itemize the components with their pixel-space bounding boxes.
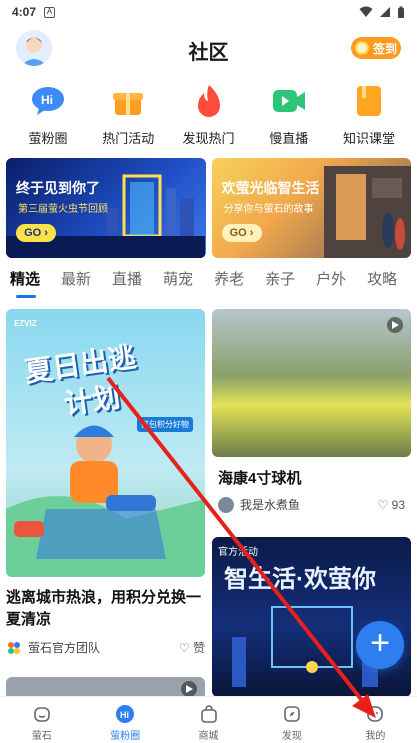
banner-smart-life[interactable]: 欢萤光临智生活 分享你与萤石的故事 GO ›: [211, 158, 411, 258]
gift-icon: [109, 82, 147, 120]
shopping-bag-icon: [200, 705, 217, 723]
post-title[interactable]: 逃离城市热浪，用积分兑换一夏清凉: [6, 587, 205, 631]
quick-link-events[interactable]: 热门活动: [88, 82, 168, 152]
book-icon: [350, 82, 388, 120]
post-image[interactable]: EZVIZ 夏日出逃 计划 打包积分好物: [6, 309, 205, 577]
banner-go-button[interactable]: GO ›: [16, 224, 56, 242]
like-count: 赞: [192, 641, 205, 655]
create-post-button[interactable]: +: [356, 621, 404, 669]
battery-icon: [398, 6, 404, 18]
quick-link-classroom[interactable]: 知识课堂: [329, 82, 409, 152]
post-card-official-event[interactable]: 官方活动 智生活·欢萤你: [212, 537, 411, 697]
profile-icon: [367, 706, 384, 722]
nav-shop[interactable]: 商城: [167, 697, 250, 743]
banner-go-button[interactable]: GO ›: [221, 224, 262, 242]
city-lights-illustration: [232, 606, 378, 687]
quick-link-label: 萤粉圈: [28, 131, 68, 146]
post-author[interactable]: 萤石官方团队: [28, 639, 100, 656]
like-count: 93: [391, 497, 405, 512]
post-meta: 我是水煮鱼 ♡ 93: [212, 496, 411, 513]
quick-link-label: 热门活动: [102, 131, 155, 146]
header: 社区 签到: [0, 24, 417, 72]
post-title[interactable]: 海康4寸球机: [212, 467, 411, 488]
post-meta: 萤石官方团队 ♡ 赞: [6, 639, 205, 656]
tab-pets[interactable]: 萌宠: [163, 268, 193, 300]
banner-subtitle: 分享你与萤石的故事: [223, 204, 314, 215]
tab-live[interactable]: 直播: [112, 268, 142, 300]
heart-icon: ♡: [178, 641, 190, 655]
post-author[interactable]: 我是水煮鱼: [240, 496, 300, 513]
tab-outdoor[interactable]: 户外: [316, 268, 346, 300]
home-icon: [33, 707, 50, 722]
nav-label: 发现: [281, 731, 302, 742]
category-tabs: 精选 最新 直播 萌宠 养老 亲子 户外 攻略: [0, 268, 417, 300]
nav-label: 我的: [365, 731, 386, 742]
coin-icon: [355, 41, 369, 55]
quick-link-label: 慢直播: [269, 131, 309, 146]
banner-subtitle: 第三届萤火虫节回顾: [18, 204, 108, 215]
post-image[interactable]: [212, 309, 411, 457]
status-time: 4:07: [12, 5, 37, 19]
chat-bubble-icon: Hi: [29, 82, 67, 120]
quick-link-fans[interactable]: Hi 萤粉圈: [8, 82, 88, 152]
checkin-label: 签到: [373, 41, 398, 56]
tab-parenting[interactable]: 亲子: [265, 268, 295, 300]
quick-link-label: 发现热门: [182, 131, 235, 146]
ezviz-logo-icon: [8, 641, 20, 654]
nav-label: 萤石: [31, 731, 52, 742]
post-card-camera[interactable]: 海康4寸球机 我是水煮鱼 ♡ 93: [212, 309, 411, 513]
nav-discover[interactable]: 发现: [250, 697, 333, 743]
svg-text:Hi: Hi: [120, 710, 129, 720]
play-icon: [181, 681, 197, 697]
quick-links: Hi 萤粉圈 热门活动 发现热门 慢直播 知识课堂: [0, 82, 417, 152]
video-camera-icon: [270, 82, 308, 120]
banner-title: 欢萤光临智生活: [221, 180, 320, 196]
nav-label: 商城: [198, 731, 219, 742]
status-bar: 4:07 A: [0, 0, 417, 24]
bottom-nav: 萤石 Hi 萤粉圈 商城 发现 我的: [0, 696, 417, 743]
nav-label: 萤粉圈: [110, 731, 141, 742]
tab-featured[interactable]: 精选: [10, 268, 40, 300]
banner-title: 终于见到你了: [16, 180, 100, 196]
signal-icon: [380, 7, 390, 17]
checkin-button[interactable]: 签到: [351, 37, 401, 59]
play-icon: [387, 317, 403, 333]
svg-text:Hi: Hi: [41, 93, 53, 107]
like-button[interactable]: ♡ 93: [378, 498, 405, 512]
nav-me[interactable]: 我的: [334, 697, 417, 743]
nav-home[interactable]: 萤石: [0, 697, 83, 743]
tab-elderly[interactable]: 养老: [214, 268, 244, 300]
like-button[interactable]: ♡ 赞: [179, 639, 205, 656]
banner-go-label: GO: [24, 227, 42, 239]
fans-circle-icon: Hi: [116, 705, 135, 723]
banner-firefly-festival[interactable]: 终于见到你了 第三届萤火虫节回顾 GO ›: [6, 158, 206, 258]
tab-guides[interactable]: 攻略: [367, 268, 397, 300]
banner-go-label: GO: [229, 227, 247, 239]
author-avatar-icon: [218, 496, 234, 513]
feed: EZVIZ 夏日出逃 计划 打包积分好物 逃离城市热浪，用积分兑换一夏清凉 萤石…: [6, 309, 411, 697]
post-card-summer[interactable]: EZVIZ 夏日出逃 计划 打包积分好物 逃离城市热浪，用积分兑换一夏清凉 萤石…: [6, 309, 205, 656]
fire-icon: [190, 82, 228, 120]
quick-link-live[interactable]: 慢直播: [249, 82, 329, 152]
wifi-icon: [359, 6, 373, 17]
post-card-partial[interactable]: [6, 677, 205, 697]
compass-icon: [284, 706, 300, 722]
notification-icon: A: [44, 6, 56, 18]
nav-fans[interactable]: Hi 萤粉圈: [83, 697, 166, 743]
quick-link-trending[interactable]: 发现热门: [169, 82, 249, 152]
heart-icon: ♡: [377, 497, 389, 512]
banner-carousel: 终于见到你了 第三届萤火虫节回顾 GO › 欢萤光临智生活 分享你与萤石的故事 …: [6, 158, 411, 258]
tab-latest[interactable]: 最新: [61, 268, 91, 300]
quick-link-label: 知识课堂: [342, 131, 395, 146]
boy-chair-illustration: [6, 425, 205, 577]
